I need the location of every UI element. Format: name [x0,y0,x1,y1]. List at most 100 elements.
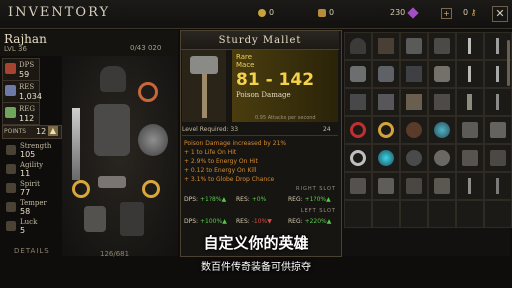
inventory-slot[interactable] [428,144,456,172]
inventory-slot[interactable] [428,116,456,144]
attr-agility[interactable]: Agility 11 [4,161,60,179]
inventory-slot[interactable] [372,200,400,228]
inventory-slot[interactable] [456,60,484,88]
inventory-slot[interactable] [372,116,400,144]
silver-ring-icon [350,150,366,166]
attr-spirit[interactable]: Spirit 77 [4,180,60,198]
armor-slot[interactable] [94,104,130,156]
mallet-handle-icon [202,70,207,118]
right-dps: DPS: +1?8%▲ [184,196,227,203]
greaves-icon [434,94,450,110]
bag-counter: 0 [318,8,334,17]
item-name: Sturdy Mallet [218,35,302,46]
attr-temper[interactable]: Temper 58 [4,199,60,217]
chest-icon [434,38,450,54]
level-required-value: 24 [323,126,331,133]
plus-icon: + [441,8,452,19]
inventory-slot[interactable] [484,88,512,116]
ring-left-slot[interactable] [72,180,90,198]
axe-icon [467,94,472,110]
stat-reg: REG 112 [2,102,40,125]
bracers-icon [434,178,450,194]
inventory-slot[interactable] [400,144,428,172]
promo-subtitle: 数百件传奇装备可供掠夺 [201,262,311,273]
dps-icon [5,63,16,74]
inventory-slot[interactable] [344,116,372,144]
inventory-slot[interactable] [484,144,512,172]
close-button[interactable]: ✕ [492,6,508,22]
inventory-slot[interactable] [372,32,400,60]
inventory-slot[interactable] [484,200,512,228]
key-counter: 0 ⚷ [463,8,477,17]
inventory-grid [342,30,512,256]
weapon-slot[interactable] [72,108,80,180]
shield-slot[interactable] [138,124,168,156]
inventory-scrollbar[interactable] [507,40,510,86]
points-up-button[interactable]: ▲ [48,126,58,136]
gauntlets-icon [378,178,394,194]
ring-right-slot[interactable] [142,180,160,198]
inventory-slot[interactable] [400,32,428,60]
points-value: 12 [36,127,47,136]
inventory-slot[interactable] [344,88,372,116]
boots-icon [462,122,478,138]
boots-slot[interactable] [120,202,144,236]
inventory-slot[interactable] [456,144,484,172]
inventory-slot[interactable] [456,116,484,144]
inventory-slot[interactable] [344,200,372,228]
inventory-slot[interactable] [484,172,512,200]
inventory-slot[interactable] [372,144,400,172]
inventory-slot[interactable] [428,32,456,60]
bonus-line: + 1 to Life On Hit [184,149,237,156]
equipment-paperdoll [62,56,178,256]
inventory-slot[interactable] [456,172,484,200]
gloves-slot[interactable] [84,206,106,232]
inventory-slot[interactable] [400,116,428,144]
inventory-slot[interactable] [428,88,456,116]
item-image [182,50,226,122]
luck-icon [6,221,16,231]
inventory-slot[interactable] [428,200,456,228]
plus-gems-button[interactable]: + [438,8,452,19]
inventory-slot[interactable] [400,172,428,200]
inventory-slot[interactable] [372,88,400,116]
inventory-slot[interactable] [400,60,428,88]
bracer-icon [434,66,450,82]
flail-icon [496,178,499,194]
reg-icon [5,107,16,118]
inventory-slot[interactable] [400,88,428,116]
dagger-icon [468,66,471,82]
inventory-slot[interactable] [344,60,372,88]
robe-icon [406,94,422,110]
mallet-head-icon [190,56,218,74]
inventory-slot[interactable] [344,32,372,60]
belt-slot[interactable] [98,176,126,188]
inventory-slot[interactable] [484,116,512,144]
inventory-slot[interactable] [428,172,456,200]
inventory-slot[interactable] [456,32,484,60]
inventory-slot[interactable] [372,172,400,200]
inventory-slot[interactable] [400,200,428,228]
inventory-slot[interactable] [372,60,400,88]
res-icon [5,85,16,96]
pauldron-icon [350,66,366,82]
gauntlet-icon [406,38,422,54]
inventory-slot[interactable] [456,200,484,228]
bag-icon [318,8,326,17]
gold-ring-icon [378,122,394,138]
inventory-slot[interactable] [344,144,372,172]
inventory-slot[interactable] [456,88,484,116]
left-res: RES: -10%▼ [236,218,272,225]
attr-strength[interactable]: Strength 105 [4,142,60,160]
amulet-slot[interactable] [138,82,158,102]
hero-name: Rajhan [4,32,47,46]
spirit-icon [6,183,16,193]
sabatons-icon [490,122,506,138]
tunic-icon [378,94,394,110]
inventory-slot[interactable] [428,60,456,88]
helmet-slot[interactable] [100,66,126,92]
inventory-slot[interactable] [344,172,372,200]
screen-title: INVENTORY [8,5,111,20]
aqua-ring-icon [378,150,394,166]
chainmail-icon [378,66,394,82]
